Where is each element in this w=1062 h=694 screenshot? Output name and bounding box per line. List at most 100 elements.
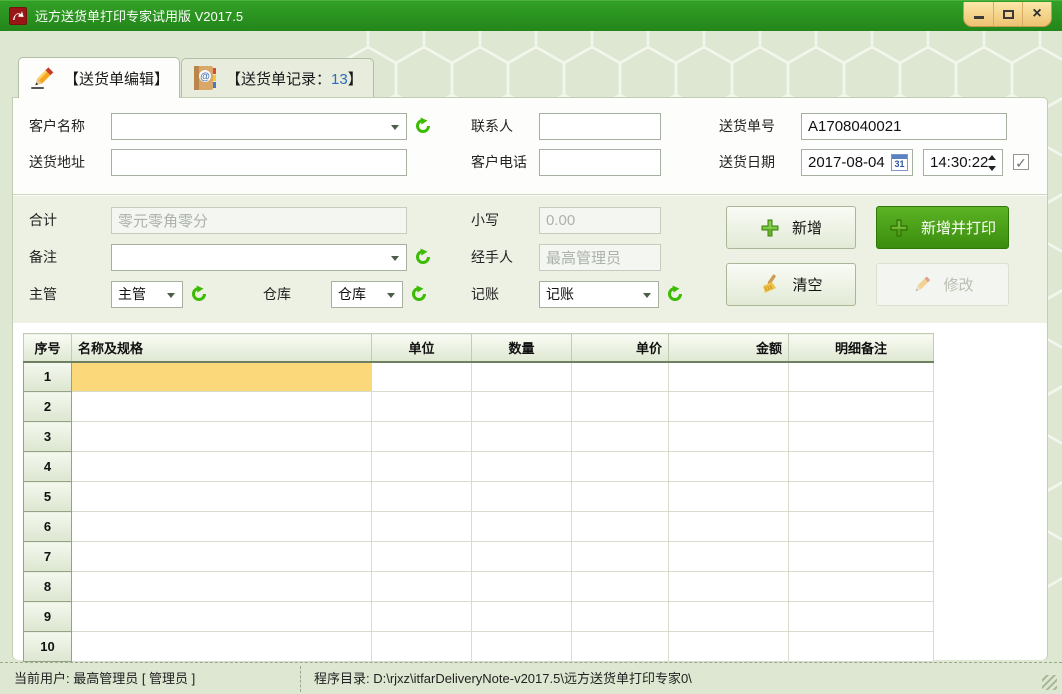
grid-cell[interactable] <box>572 482 669 512</box>
grid-cell[interactable] <box>472 392 572 422</box>
grid-cell[interactable] <box>789 482 934 512</box>
grid-cell[interactable] <box>572 572 669 602</box>
date-picker[interactable]: 2017-08-04 31 <box>801 149 913 176</box>
chevron-down-icon <box>643 293 651 298</box>
grid-cell[interactable] <box>669 392 789 422</box>
time-picker[interactable]: 14:30:22 <box>923 149 1003 176</box>
contact-input[interactable] <box>539 113 661 140</box>
grid-cell[interactable] <box>669 602 789 632</box>
date-label: 送货日期 <box>719 149 775 176</box>
grid-cell[interactable] <box>372 572 472 602</box>
phone-input[interactable] <box>539 149 661 176</box>
grid-cell[interactable] <box>789 542 934 572</box>
grid-cell[interactable] <box>669 422 789 452</box>
grid-cell[interactable] <box>572 602 669 632</box>
grid-cell[interactable] <box>372 422 472 452</box>
window-title: 远方送货单打印专家试用版 V2017.5 <box>35 6 243 25</box>
grid-cell[interactable] <box>72 542 372 572</box>
row-number-cell: 6 <box>24 512 72 542</box>
grid-cell[interactable] <box>472 482 572 512</box>
clear-button[interactable]: 清空 <box>726 263 856 306</box>
maximize-button[interactable] <box>993 2 1022 26</box>
time-spinner[interactable] <box>986 153 998 173</box>
tab-delivery-edit[interactable]: 【送货单编辑】 <box>18 57 180 98</box>
column-header: 数量 <box>472 334 572 362</box>
grid-cell[interactable] <box>789 512 934 542</box>
address-input[interactable] <box>111 149 407 176</box>
grid-cell[interactable] <box>72 422 372 452</box>
add-and-print-button[interactable]: 新增并打印 <box>876 206 1009 249</box>
grid-cell[interactable] <box>572 362 669 392</box>
grid-cell[interactable] <box>669 362 789 392</box>
grid-cell[interactable] <box>789 632 934 662</box>
refresh-bookkeeping-button[interactable] <box>666 285 684 303</box>
minimize-button[interactable] <box>964 2 993 26</box>
grid-cell[interactable] <box>472 422 572 452</box>
grid-cell[interactable] <box>72 392 372 422</box>
grid-cell[interactable] <box>372 362 472 392</box>
row-number-cell: 5 <box>24 482 72 512</box>
grid-cell[interactable] <box>372 632 472 662</box>
grid-cell[interactable] <box>789 392 934 422</box>
refresh-warehouse-button[interactable] <box>410 285 428 303</box>
close-button[interactable]: × <box>1022 2 1051 26</box>
grid-cell[interactable] <box>72 602 372 632</box>
grid-cell[interactable] <box>472 572 572 602</box>
active-cell[interactable] <box>72 362 372 392</box>
grid-cell[interactable] <box>669 572 789 602</box>
calendar-icon[interactable]: 31 <box>891 154 908 171</box>
refresh-remark-button[interactable] <box>414 248 432 266</box>
grid-cell[interactable] <box>72 632 372 662</box>
table-row: 8 <box>24 572 934 602</box>
grid-cell[interactable] <box>372 512 472 542</box>
grid-cell[interactable] <box>789 452 934 482</box>
customer-name-combobox[interactable] <box>111 113 407 140</box>
grid-cell[interactable] <box>372 602 472 632</box>
grid-cell[interactable] <box>472 632 572 662</box>
grid-cell[interactable] <box>572 422 669 452</box>
remark-combobox[interactable] <box>111 244 407 271</box>
bookkeeping-combobox[interactable]: 记账 <box>539 281 659 308</box>
grid-cell[interactable] <box>669 542 789 572</box>
grid-cell[interactable] <box>372 482 472 512</box>
grid-cell[interactable] <box>472 362 572 392</box>
add-button[interactable]: 新增 <box>726 206 856 249</box>
grid-cell[interactable] <box>789 572 934 602</box>
supervisor-combobox[interactable]: 主管 <box>111 281 183 308</box>
modify-button[interactable]: 修改 <box>876 263 1009 306</box>
grid-cell[interactable] <box>572 512 669 542</box>
grid-cell[interactable] <box>789 362 934 392</box>
bookkeeping-label: 记账 <box>471 281 499 308</box>
grid-cell[interactable] <box>572 452 669 482</box>
warehouse-combobox[interactable]: 仓库 <box>331 281 403 308</box>
svg-text:@: @ <box>200 72 210 83</box>
grid-cell[interactable] <box>472 542 572 572</box>
grid-cell[interactable] <box>472 602 572 632</box>
grid-cell[interactable] <box>372 392 472 422</box>
grid-cell[interactable] <box>789 422 934 452</box>
grid-cell[interactable] <box>669 482 789 512</box>
grid-cell[interactable] <box>669 512 789 542</box>
grid-cell[interactable] <box>472 452 572 482</box>
grid-cell[interactable] <box>472 512 572 542</box>
order-no-input[interactable] <box>801 113 1007 140</box>
grid-cell[interactable] <box>789 602 934 632</box>
tab-delivery-records[interactable]: @ 【送货单记录：13】 <box>181 58 374 97</box>
date-enabled-checkbox[interactable]: ✓ <box>1013 154 1029 170</box>
table-row: 10 <box>24 632 934 662</box>
grid-cell[interactable] <box>72 572 372 602</box>
grid-cell[interactable] <box>572 632 669 662</box>
grid-cell[interactable] <box>72 512 372 542</box>
refresh-customer-button[interactable] <box>414 117 432 135</box>
grid-cell[interactable] <box>372 452 472 482</box>
grid-cell[interactable] <box>372 542 472 572</box>
grid-cell[interactable] <box>669 632 789 662</box>
grid-cell[interactable] <box>72 482 372 512</box>
grid-cell[interactable] <box>72 452 372 482</box>
grid-cell[interactable] <box>572 542 669 572</box>
refresh-supervisor-button[interactable] <box>190 285 208 303</box>
grid-cell[interactable] <box>669 452 789 482</box>
resize-grip[interactable] <box>1042 675 1057 690</box>
grid-cell[interactable] <box>572 392 669 422</box>
remark-label: 备注 <box>29 244 57 271</box>
